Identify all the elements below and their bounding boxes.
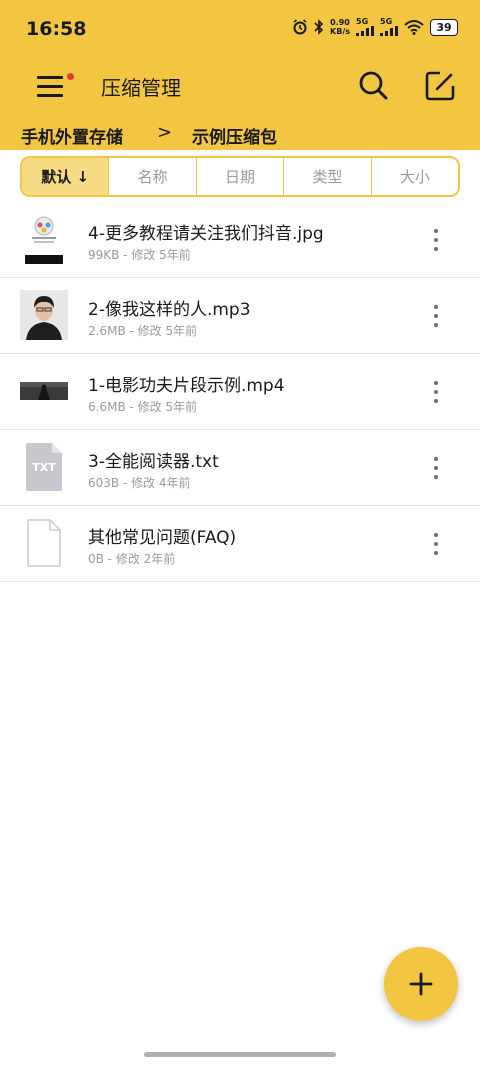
net-speed-value: 0.90	[330, 18, 350, 27]
menu-icon	[37, 76, 63, 79]
breadcrumb: 手机外置存储 > 示例压缩包	[0, 118, 480, 150]
bluetooth-icon	[314, 19, 324, 35]
breadcrumb-separator: >	[157, 122, 173, 143]
file-meta: 6.6MB - 修改 5年前	[88, 400, 198, 414]
file-meta: 603B - 修改 4年前	[88, 476, 191, 490]
breadcrumb-root[interactable]: 手机外置存储	[21, 123, 123, 148]
file-name: 1-电影功夫片段示例.mp4	[88, 376, 285, 396]
more-vert-icon	[434, 533, 438, 537]
more-vert-icon-dot	[434, 551, 438, 555]
sort-tab-date[interactable]: 日期	[195, 158, 283, 195]
more-vert-icon	[434, 305, 438, 309]
sort-tab-name[interactable]: 名称	[108, 158, 195, 195]
page-title: 压缩管理	[101, 76, 181, 100]
more-options-button[interactable]	[426, 378, 446, 406]
more-vert-icon	[434, 381, 438, 385]
more-vert-icon-dot	[434, 390, 438, 394]
wifi-icon	[404, 20, 424, 35]
signal-1-label: 5G	[356, 17, 369, 26]
blank-file-icon	[20, 518, 68, 568]
toolbar: 压缩管理	[0, 56, 480, 118]
file-meta: 2.6MB - 修改 5年前	[88, 324, 198, 338]
list-item[interactable]: 4-更多教程请关注我们抖音.jpg 99KB - 修改 5年前	[0, 202, 480, 278]
image-thumbnail	[20, 214, 68, 264]
more-vert-icon-dot	[434, 323, 438, 327]
file-name: 其他常见问题(FAQ)	[88, 528, 237, 548]
menu-icon-line	[37, 85, 63, 88]
file-meta: 0B - 修改 2年前	[88, 552, 176, 566]
txt-file-icon: TXT	[20, 442, 68, 492]
list-item[interactable]: 2-像我这样的人.mp3 2.6MB - 修改 5年前	[0, 278, 480, 354]
list-item[interactable]: 1-电影功夫片段示例.mp4 6.6MB - 修改 5年前	[0, 354, 480, 430]
sort-tab-default[interactable]: 默认 ↓	[22, 158, 109, 195]
sort-tab-size[interactable]: 大小	[370, 158, 458, 195]
sort-tabs: 默认 ↓ 名称 日期 类型 大小	[20, 156, 460, 197]
more-vert-icon-dot	[434, 542, 438, 546]
file-meta: 99KB - 修改 5年前	[88, 248, 191, 262]
file-name: 3-全能阅读器.txt	[88, 452, 219, 472]
menu-icon-line	[37, 94, 63, 97]
txt-label: TXT	[32, 461, 56, 474]
more-vert-icon-dot	[434, 399, 438, 403]
more-vert-icon	[434, 457, 438, 461]
add-button[interactable]	[384, 947, 458, 1021]
more-options-button[interactable]	[426, 454, 446, 482]
app-screen: 16:58 0.90 KB/s 5G 5G 39 压缩管理 手机外置存储 > 示…	[0, 0, 480, 1067]
edit-icon	[425, 71, 455, 101]
plus-icon	[409, 972, 433, 996]
more-vert-icon-dot	[434, 247, 438, 251]
net-speed: 0.90 KB/s	[330, 18, 350, 36]
signal-1: 5G	[356, 18, 374, 36]
list-item[interactable]: 其他常见问题(FAQ) 0B - 修改 2年前	[0, 506, 480, 582]
video-thumbnail	[20, 366, 68, 416]
more-options-button[interactable]	[426, 530, 446, 558]
battery-indicator: 39	[430, 18, 458, 36]
more-vert-icon-dot	[434, 238, 438, 242]
menu-button[interactable]	[30, 68, 74, 104]
breadcrumb-current[interactable]: 示例压缩包	[192, 123, 277, 148]
signal-2-label: 5G	[380, 17, 393, 26]
more-options-button[interactable]	[426, 226, 446, 254]
file-name: 4-更多教程请关注我们抖音.jpg	[88, 224, 324, 244]
search-icon	[359, 71, 388, 100]
status-icons: 0.90 KB/s 5G 5G 39	[292, 18, 458, 36]
status-bar: 16:58 0.90 KB/s 5G 5G 39	[0, 0, 480, 56]
signal-bars-icon	[380, 26, 398, 36]
list-item[interactable]: TXT 3-全能阅读器.txt 603B - 修改 4年前	[0, 430, 480, 506]
edit-button[interactable]	[420, 66, 460, 106]
home-indicator[interactable]	[144, 1052, 336, 1057]
more-vert-icon-dot	[434, 314, 438, 318]
alarm-icon	[293, 19, 307, 35]
more-vert-icon-dot	[434, 466, 438, 470]
signal-bars-icon	[356, 26, 374, 36]
album-cover-thumbnail	[20, 290, 68, 340]
signal-2: 5G	[380, 18, 398, 36]
net-speed-unit: KB/s	[330, 27, 350, 36]
notification-dot	[67, 73, 74, 80]
more-vert-icon	[434, 229, 438, 233]
more-vert-icon-dot	[434, 475, 438, 479]
status-time: 16:58	[26, 18, 87, 40]
file-list: 4-更多教程请关注我们抖音.jpg 99KB - 修改 5年前 2-像我这样的人…	[0, 202, 480, 582]
sort-tab-type[interactable]: 类型	[283, 158, 370, 195]
more-options-button[interactable]	[426, 302, 446, 330]
search-button[interactable]	[354, 66, 394, 106]
file-name: 2-像我这样的人.mp3	[88, 300, 251, 320]
